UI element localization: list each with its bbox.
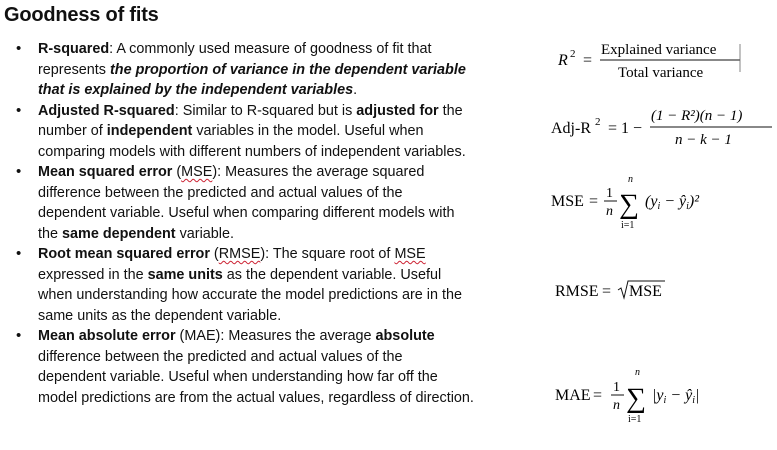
svg-text:Adj-R: Adj-R — [551, 120, 591, 137]
sigma-icon: ∑ — [626, 383, 646, 414]
svg-text:=: = — [583, 52, 592, 69]
formula-mse-svg: MSE = 1 n n ∑ i=1 (yi − ŷi)² — [551, 174, 700, 231]
svg-text:= 1 −: = 1 − — [608, 120, 642, 137]
svg-text:n: n — [635, 367, 640, 378]
svg-text:RMSE: RMSE — [555, 283, 599, 300]
svg-text:R: R — [557, 52, 568, 69]
svg-text:MAE: MAE — [555, 387, 591, 404]
term: Mean squared error — [38, 164, 173, 180]
formula-rmse-svg: RMSE = MSE — [555, 280, 665, 300]
bullet-list: R-squared: A commonly used measure of go… — [14, 39, 474, 408]
svg-text:n − k − 1: n − k − 1 — [675, 132, 732, 148]
page-title: Goodness of fits — [4, 4, 159, 26]
svg-text:|yi − ŷi|: |yi − ŷi| — [652, 387, 699, 406]
svg-text:Explained variance: Explained variance — [601, 42, 717, 58]
abbr: RMSE — [218, 246, 261, 262]
formula-mae-svg: MAE = 1 n n ∑ i=1 |yi − ŷi| — [555, 367, 699, 425]
svg-text:MSE: MSE — [629, 283, 662, 300]
sigma-icon: ∑ — [619, 189, 639, 220]
svg-text:n: n — [628, 174, 633, 185]
term: Mean absolute error — [38, 328, 176, 344]
abbr: MSE — [181, 164, 213, 180]
svg-text:n: n — [613, 398, 620, 413]
bullet-adjusted-r-squared: Adjusted R-squared: Similar to R-squared… — [14, 101, 474, 163]
svg-text:=: = — [602, 283, 611, 300]
bullet-mae: Mean absolute error (MAE): Measures the … — [14, 326, 474, 408]
svg-text:1: 1 — [613, 380, 620, 395]
bullet-rmse: Root mean squared error (RMSE): The squa… — [14, 244, 474, 326]
svg-text:n: n — [606, 204, 613, 219]
term: Root mean squared error — [38, 246, 210, 262]
svg-text:MSE: MSE — [551, 193, 584, 210]
formula-mse: MSE = 1 n n ∑ i=1 (yi − ŷi)² — [551, 170, 751, 237]
svg-text:2: 2 — [570, 48, 576, 60]
svg-text:1: 1 — [606, 186, 613, 201]
svg-text:i=1: i=1 — [621, 220, 634, 231]
formula-r-squared-svg: R 2 = Explained variance Total variance — [557, 42, 741, 81]
formula-adjusted-r-squared: Adj-R 2 = 1 − (1 − R²)(n − 1) n − k − 1 — [551, 102, 776, 159]
term: R-squared — [38, 41, 110, 57]
formula-rmse: RMSE = MSE — [555, 276, 695, 311]
svg-text:Total variance: Total variance — [618, 65, 703, 81]
bullet-mse: Mean squared error (MSE): Measures the a… — [14, 162, 474, 244]
svg-text:=: = — [589, 193, 598, 210]
formula-r-squared: R 2 = Explained variance Total variance — [550, 36, 770, 91]
svg-text:(1 − R²)(n − 1): (1 − R²)(n − 1) — [651, 108, 742, 124]
svg-text:i=1: i=1 — [628, 414, 641, 425]
term: Adjusted R-squared — [38, 102, 175, 119]
svg-text:(yi − ŷi)²: (yi − ŷi)² — [645, 193, 700, 212]
bullet-r-squared: R-squared: A commonly used measure of go… — [14, 39, 474, 101]
svg-text:=: = — [593, 387, 602, 404]
formula-mae: MAE = 1 n n ∑ i=1 |yi − ŷi| — [555, 364, 755, 433]
formula-adjusted-r-squared-svg: Adj-R 2 = 1 − (1 − R²)(n − 1) n − k − 1 — [551, 108, 772, 148]
svg-text:2: 2 — [595, 116, 601, 128]
